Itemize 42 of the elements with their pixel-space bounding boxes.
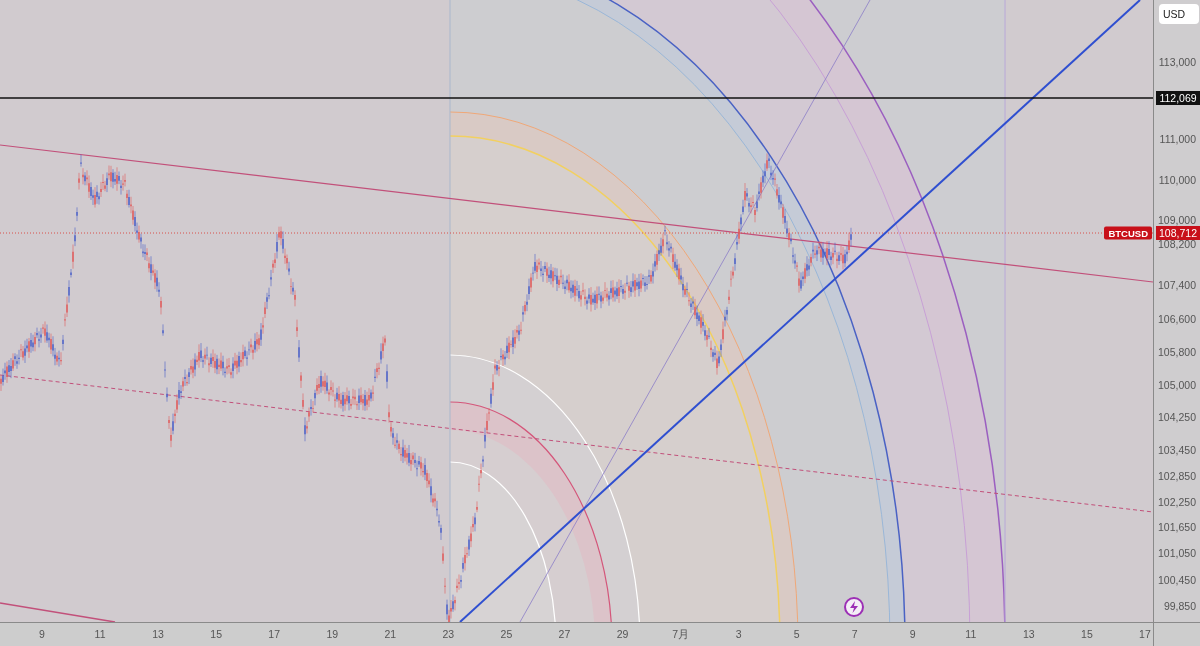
price-label: 106,600	[1158, 313, 1196, 325]
date-label: 11	[965, 628, 977, 640]
price-label: 100,450	[1158, 574, 1196, 586]
date-label: 13	[152, 628, 164, 640]
symbol-label: BTCUSD	[1104, 226, 1152, 240]
price-label: 105,000	[1158, 379, 1196, 391]
date-label: 5	[793, 628, 800, 640]
date-label: 19	[326, 628, 339, 640]
price-label: 107,400	[1158, 279, 1196, 291]
date-label: 23	[442, 628, 455, 640]
price-label: 110,000	[1158, 174, 1196, 186]
price-label: 101,650	[1158, 521, 1196, 533]
price-label: 108,200	[1158, 238, 1196, 250]
price-label: 102,250	[1158, 496, 1196, 508]
date-label: 11	[94, 628, 106, 640]
price-marker: 112,069	[1156, 91, 1200, 105]
price-label: 104,250	[1158, 411, 1196, 423]
price-label: 103,450	[1158, 444, 1196, 456]
date-label: 29	[616, 628, 629, 640]
price-label: 101,050	[1158, 547, 1196, 559]
date-label: 13	[1023, 628, 1035, 640]
price-label: 109,000	[1158, 214, 1196, 226]
date-label: 17	[1139, 628, 1151, 640]
price-marker: 108,712	[1156, 226, 1200, 240]
date-label: 9	[39, 628, 45, 640]
price-label: 99,850	[1163, 600, 1196, 612]
date-label: 17	[268, 628, 281, 640]
date-label: 9	[909, 628, 916, 640]
date-label: 3	[735, 628, 742, 640]
date-label: 15	[210, 628, 222, 640]
price-label: 105,800	[1158, 346, 1196, 358]
date-label: 15	[1081, 628, 1093, 640]
price-label: 102,850	[1158, 470, 1196, 482]
date-label: 25	[500, 628, 513, 640]
currency-button[interactable]: USD	[1159, 4, 1199, 24]
lightning-icon	[849, 601, 859, 613]
date-label: 7	[851, 628, 858, 640]
date-label: 7月	[672, 628, 689, 642]
date-label: 21	[384, 628, 397, 640]
price-label: 113,000	[1158, 56, 1196, 68]
date-label: 27	[558, 628, 571, 640]
price-label: 111,000	[1159, 133, 1196, 145]
